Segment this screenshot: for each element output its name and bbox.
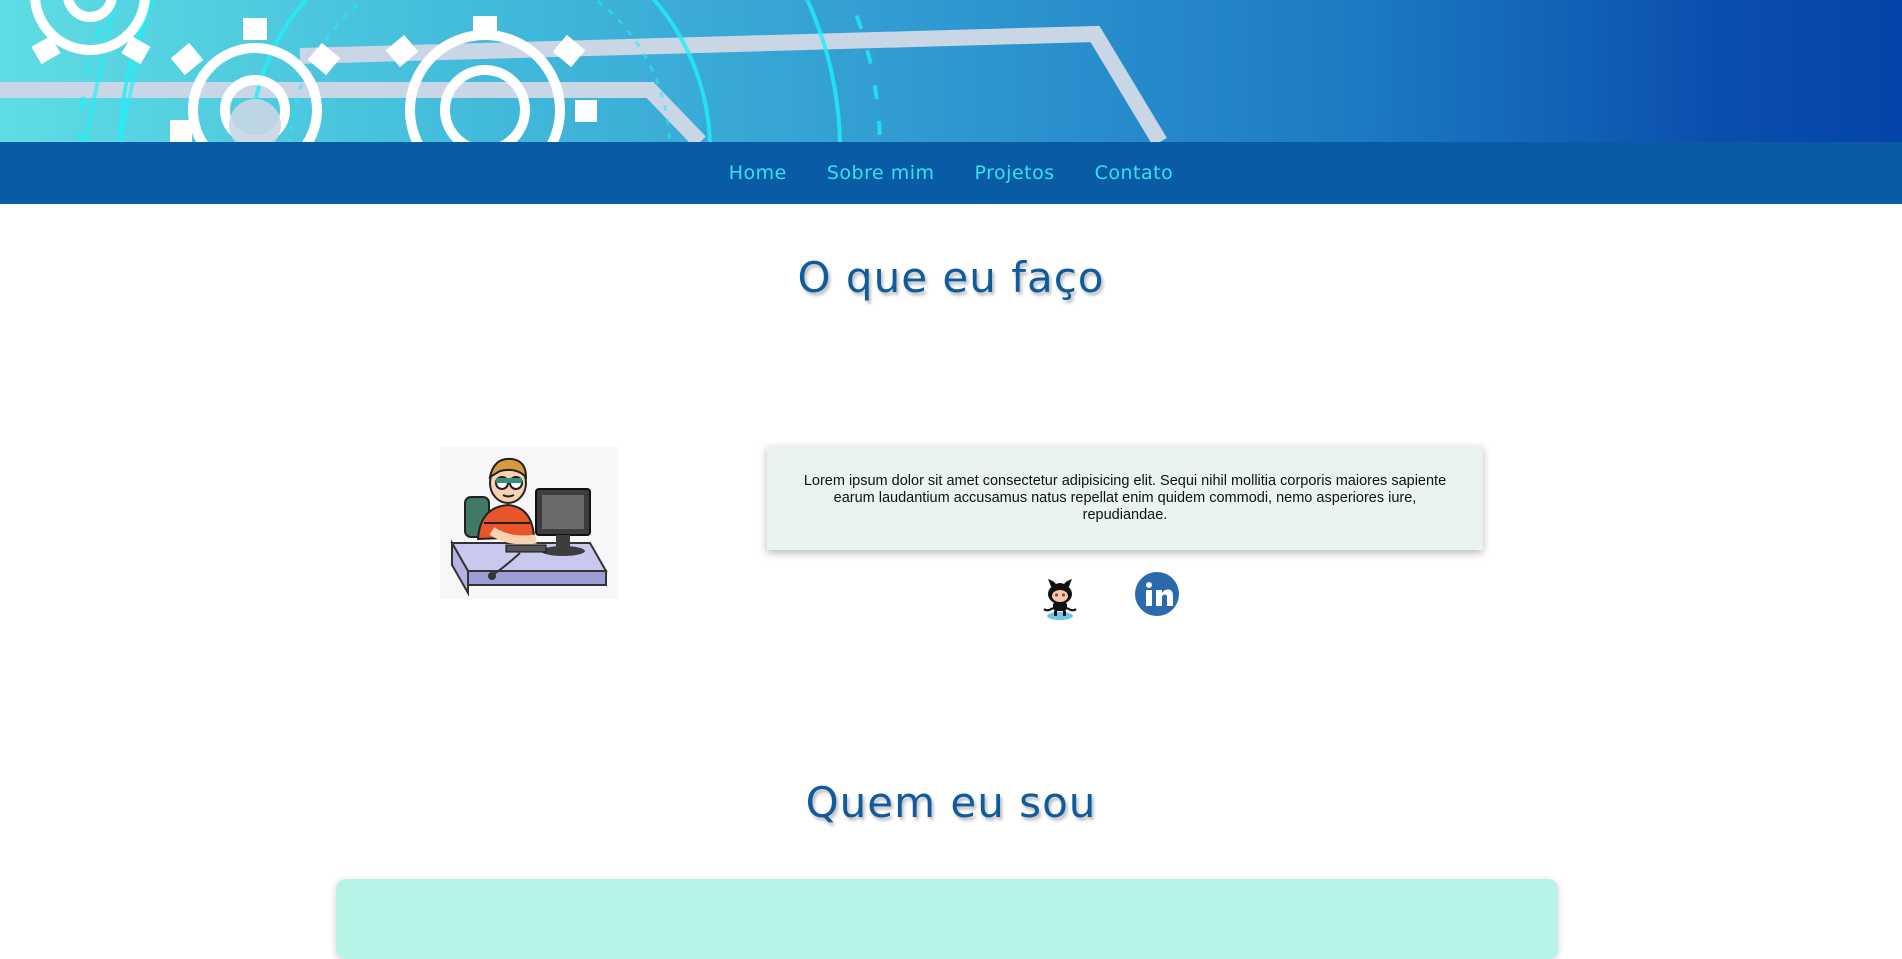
what-i-do-description: Lorem ipsum dolor sit amet consectetur a… (803, 472, 1447, 523)
github-octocat-icon (1043, 579, 1077, 620)
nav-link-projetos[interactable]: Projetos (975, 162, 1055, 184)
nav-link-sobre-mim[interactable]: Sobre mim (827, 162, 935, 184)
github-link[interactable] (1034, 569, 1086, 621)
linkedin-icon (1135, 572, 1179, 616)
developer-illustration (440, 447, 618, 599)
linkedin-link[interactable] (1133, 569, 1185, 621)
header-banner (0, 0, 1902, 142)
nav-link-home[interactable]: Home (729, 162, 787, 184)
what-i-do-card: Lorem ipsum dolor sit amet consectetur a… (767, 446, 1483, 550)
section-title-what-i-do: O que eu faço (797, 253, 1105, 302)
gear-banner-graphic (0, 0, 1167, 142)
nav-link-contato[interactable]: Contato (1095, 162, 1174, 184)
main-navbar: Home Sobre mim Projetos Contato (0, 142, 1902, 204)
about-me-card (336, 879, 1558, 959)
section-title-who-i-am: Quem eu sou (805, 778, 1097, 827)
